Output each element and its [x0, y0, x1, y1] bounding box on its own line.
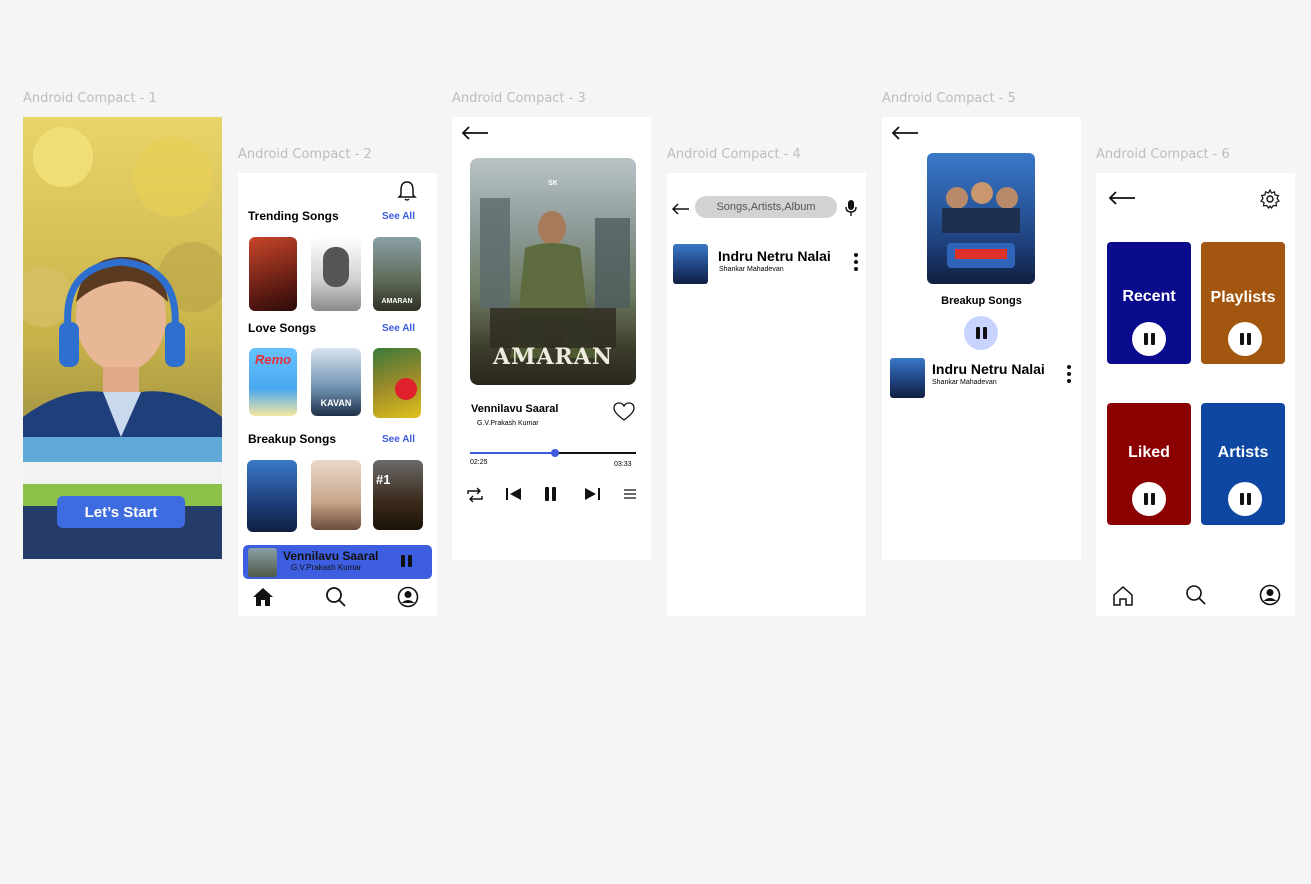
breakup-cover-paiya[interactable]: [311, 460, 361, 530]
boy-with-headphones-image: [23, 117, 222, 559]
progress-knob[interactable]: [550, 449, 559, 457]
song-artist: G.V.Prakash Kumar: [477, 420, 539, 427]
track-artist: Shankar Mahadevan: [932, 379, 997, 386]
total-time: 03:33: [614, 461, 632, 468]
player-screen: SK AMARAN Vennilavu Saaral G.V.Prakash K…: [452, 117, 651, 560]
album-screen: Breakup Songs Indru Netru Nalai Shankar …: [882, 117, 1081, 560]
section-title-love: Love Songs: [248, 321, 317, 335]
back-arrow-icon[interactable]: [461, 126, 489, 140]
mini-player-pause-button[interactable]: [401, 555, 412, 567]
album-pause-button[interactable]: [964, 316, 998, 350]
result-title[interactable]: Indru Netru Nalai: [718, 248, 831, 264]
artists-label: Artists: [1217, 444, 1269, 461]
song-title: Vennilavu Saaral: [471, 403, 559, 415]
poster-sk-text: SK: [548, 180, 558, 187]
amaran-poster: SK AMARAN: [470, 158, 636, 385]
bell-icon[interactable]: [397, 180, 417, 202]
playlists-pause-button[interactable]: [1228, 322, 1262, 356]
recent-pause-button[interactable]: [1132, 322, 1166, 356]
frame-label-2: Android Compact - 2: [238, 147, 372, 162]
playlists-tile[interactable]: Playlists: [1201, 242, 1285, 364]
lets-start-button[interactable]: Let’s Start: [57, 496, 185, 528]
remo-text: Remo: [255, 352, 292, 367]
see-all-breakup-link[interactable]: See All: [382, 434, 415, 445]
profile-icon[interactable]: [397, 586, 419, 608]
love-cover-3[interactable]: [373, 348, 421, 418]
playlists-label: Playlists: [1210, 289, 1276, 306]
heart-icon[interactable]: [613, 402, 635, 422]
frame-label-5: Android Compact - 5: [882, 91, 1016, 106]
breakup-cover-1[interactable]: [247, 460, 297, 532]
recent-label: Recent: [1122, 288, 1176, 305]
trending-cover-amaran[interactable]: AMARAN: [373, 237, 421, 311]
love-cover-kavan[interactable]: KAVAN: [311, 348, 361, 416]
more-vert-icon[interactable]: [854, 253, 858, 271]
liked-pause-button[interactable]: [1132, 482, 1166, 516]
trending-cover-2[interactable]: [311, 237, 361, 311]
poster-title-text: AMARAN: [493, 344, 613, 370]
microphone-icon[interactable]: [845, 199, 857, 217]
queue-list-icon[interactable]: [624, 488, 636, 500]
kavan-text: KAVAN: [320, 398, 352, 408]
search-icon[interactable]: [325, 586, 347, 608]
home-icon[interactable]: [252, 587, 274, 607]
frame-label-3: Android Compact - 3: [452, 91, 586, 106]
artists-pause-button[interactable]: [1228, 482, 1262, 516]
more-vert-icon[interactable]: [1067, 365, 1071, 383]
love-cover-remo[interactable]: Remo: [249, 348, 297, 416]
search-screen: Songs,Artists,Album Indru Netru Nalai Sh…: [667, 173, 866, 616]
elapsed-time: 02:25: [470, 459, 488, 466]
frame-label-4: Android Compact - 4: [667, 147, 801, 162]
search-input[interactable]: Songs,Artists,Album: [695, 196, 837, 218]
back-arrow-icon[interactable]: [891, 126, 919, 140]
mini-player-artist: G.V.Prakash Kumar: [291, 563, 362, 572]
result-artist: Shankar Mahadevan: [719, 266, 784, 273]
settings-gear-icon[interactable]: [1260, 189, 1280, 209]
search-icon[interactable]: [1185, 584, 1207, 606]
trending-cover-1[interactable]: [249, 237, 297, 311]
previous-icon[interactable]: [505, 486, 523, 502]
mini-player[interactable]: Vennilavu Saaral G.V.Prakash Kumar: [243, 545, 432, 579]
splash-screen: Let’s Start: [23, 117, 222, 559]
frame-label-1: Android Compact - 1: [23, 91, 157, 106]
liked-tile[interactable]: Liked: [1107, 403, 1191, 525]
recent-tile[interactable]: Recent: [1107, 242, 1191, 364]
track-title[interactable]: Indru Netru Nalai: [932, 361, 1045, 377]
section-title-breakup: Breakup Songs: [248, 432, 337, 446]
section-title-trending: Trending Songs: [248, 209, 339, 223]
next-icon[interactable]: [583, 486, 601, 502]
home-icon[interactable]: [1112, 585, 1134, 607]
mini-player-title: Vennilavu Saaral: [283, 549, 379, 563]
artists-tile[interactable]: Artists: [1201, 403, 1285, 525]
pause-button[interactable]: [545, 487, 556, 501]
back-arrow-icon[interactable]: [1108, 191, 1136, 205]
mini-player-cover: [248, 548, 277, 577]
trending-number-text: #1: [376, 472, 391, 487]
frame-label-6: Android Compact - 6: [1096, 147, 1230, 162]
album-cover: [927, 153, 1035, 284]
amaran-small-text: AMARAN: [381, 298, 413, 305]
see-all-trending-link[interactable]: See All: [382, 211, 415, 222]
back-arrow-icon[interactable]: [672, 203, 690, 215]
progress-fill: [470, 452, 555, 454]
see-all-love-link[interactable]: See All: [382, 323, 415, 334]
repeat-icon[interactable]: [466, 487, 484, 503]
breakup-cover-trending[interactable]: #1: [373, 460, 423, 530]
album-name: Breakup Songs: [941, 295, 1022, 307]
result-cover: [673, 244, 708, 284]
profile-icon[interactable]: [1259, 584, 1281, 606]
track-cover: [890, 358, 925, 398]
home-screen: Trending Songs See All AMARAN Love Songs…: [238, 173, 437, 616]
liked-label: Liked: [1128, 444, 1170, 461]
library-screen: Recent Playlists Liked Artists: [1096, 173, 1295, 616]
